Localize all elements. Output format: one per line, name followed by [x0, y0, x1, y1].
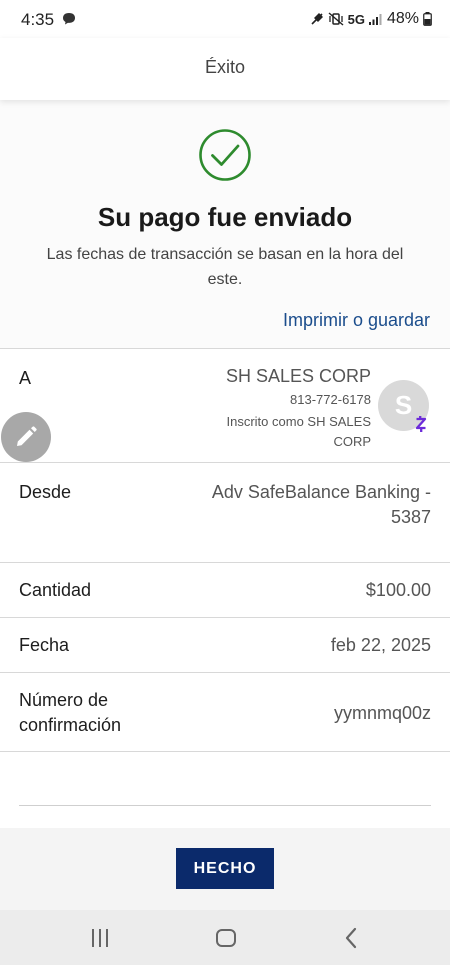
pencil-icon — [17, 426, 37, 446]
mute-icon — [311, 13, 323, 25]
divider — [19, 805, 431, 806]
recipient-label: A — [19, 368, 32, 388]
recent-apps-icon[interactable] — [86, 924, 114, 952]
status-time: 4:35 — [21, 10, 55, 29]
chat-notification-icon — [63, 13, 75, 25]
recipient-name: SH SALES CORP — [225, 366, 371, 386]
success-section: Su pago fue enviado Las fechas de transa… — [0, 100, 450, 348]
from-row: Desde Adv SafeBalance Banking - 5387 — [0, 462, 450, 562]
system-nav-bar — [0, 910, 450, 965]
amount-row: Cantidad $100.00 — [0, 562, 450, 617]
battery-icon — [423, 12, 432, 26]
confirmation-row: Número de confirmación yymnmq00z — [0, 672, 450, 752]
date-value: feb 22, 2025 — [330, 635, 431, 655]
confirmation-number: yymnmq00z — [333, 703, 431, 723]
page-title: Éxito — [204, 57, 246, 77]
recipient-enrolled-as: Inscrito como SH SALES CORP — [226, 414, 372, 449]
confirmation-label: Número de confirmación — [19, 690, 122, 735]
back-icon[interactable] — [338, 924, 366, 952]
zelle-icon — [415, 416, 427, 432]
print-or-save-link[interactable]: Imprimir o guardar — [283, 310, 430, 331]
amount-label: Cantidad — [19, 580, 92, 600]
footer: HECHO — [0, 828, 450, 910]
recipient-phone: 813-772-6178 — [290, 392, 371, 407]
done-button[interactable]: HECHO — [176, 848, 274, 889]
network-type: 5G — [347, 11, 365, 27]
check-circle-icon — [199, 129, 251, 181]
battery-percent: 48% — [386, 10, 419, 27]
date-row: Fecha feb 22, 2025 — [0, 617, 450, 672]
recipient-row: A SH SALES CORP 813-772-6178 Inscrito co… — [0, 348, 450, 462]
app-header: Éxito — [0, 38, 450, 100]
success-subtitle: Las fechas de transacción se basan en la… — [46, 246, 404, 288]
signal-icon — [368, 14, 382, 25]
amount-value: $100.00 — [365, 580, 431, 600]
status-indicators: 5G 48% — [310, 9, 432, 29]
edit-button[interactable] — [1, 412, 51, 462]
home-icon[interactable] — [212, 924, 240, 952]
date-label: Fecha — [19, 635, 70, 655]
from-label: Desde — [19, 482, 72, 502]
vibrate-icon — [328, 12, 344, 26]
from-account: Adv SafeBalance Banking - 5387 — [211, 482, 431, 527]
success-title: Su pago fue enviado — [97, 202, 353, 232]
status-bar: 4:35 5G 48% — [0, 0, 450, 38]
